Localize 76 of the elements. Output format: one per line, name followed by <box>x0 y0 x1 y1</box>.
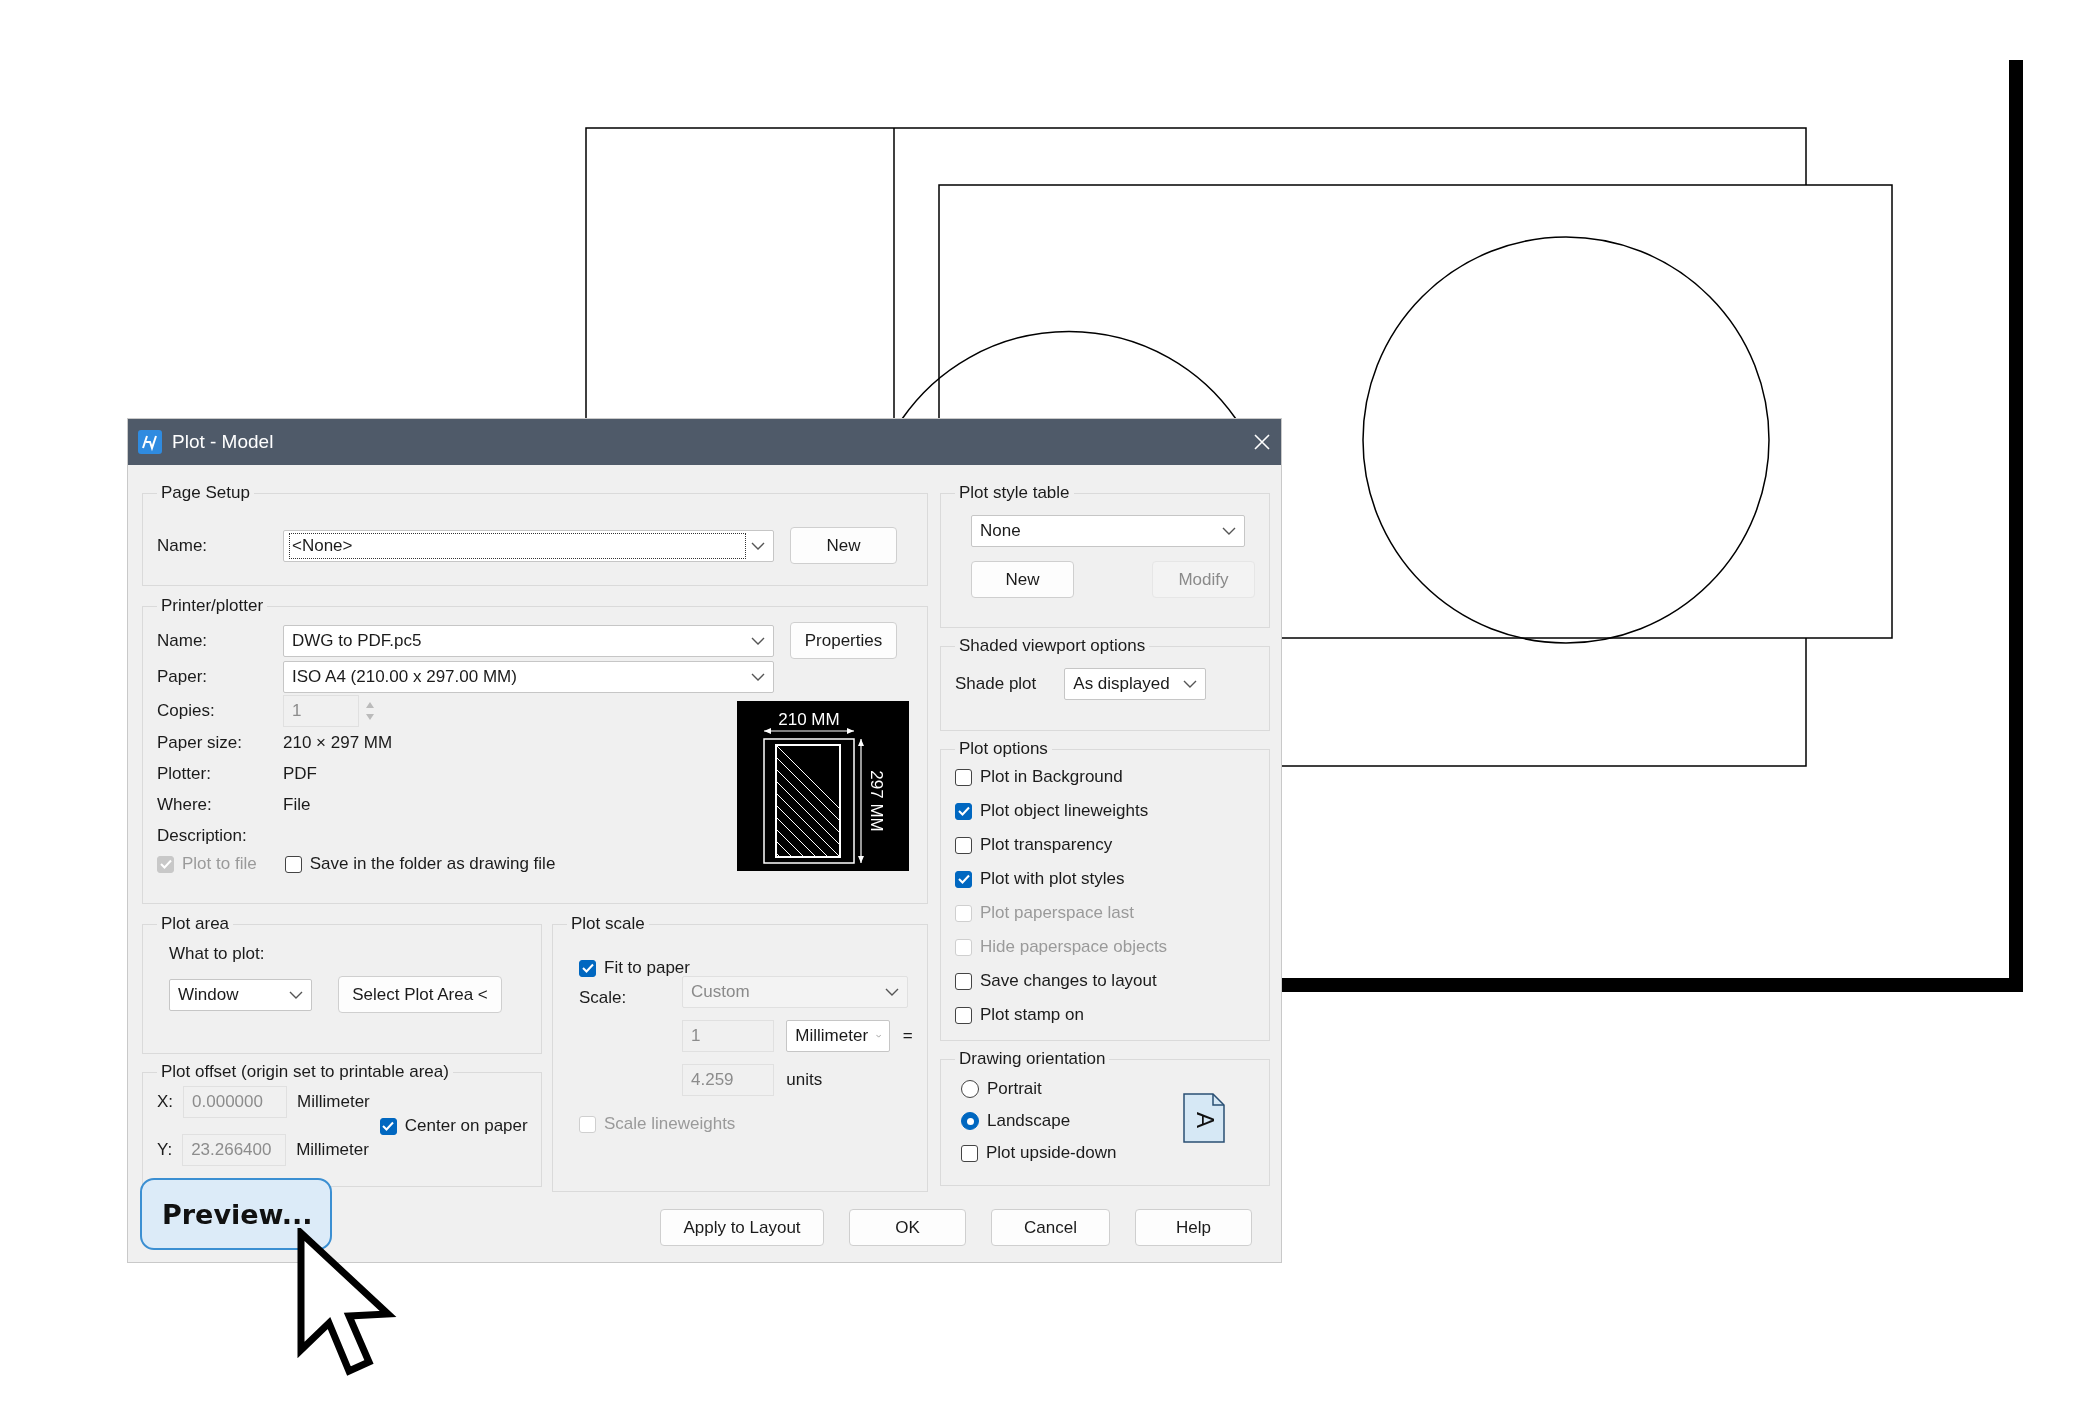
close-icon[interactable] <box>1253 433 1271 451</box>
button[interactable]: Select Plot Area < <box>338 976 502 1013</box>
dropdown[interactable]: Millimeter <box>786 1020 891 1052</box>
label: Name: <box>157 630 209 651</box>
label: Where: <box>157 795 213 815</box>
label: Paper size: <box>157 733 244 753</box>
radio-button[interactable]: Portrait <box>961 1079 1117 1099</box>
button[interactable]: Properties <box>790 622 897 659</box>
dropdown[interactable]: <None> <box>283 529 774 562</box>
chevron-icon <box>885 988 899 996</box>
button[interactable]: OK <box>849 1209 966 1246</box>
check-icon <box>956 805 971 817</box>
window-title: Plot - Model <box>172 431 275 453</box>
label: Name: <box>157 535 209 556</box>
checkbox[interactable]: Plot with plot styles <box>955 869 1255 889</box>
group-title: Plot style table <box>958 483 1071 503</box>
checkbox[interactable]: Save changes to layout <box>955 971 1255 991</box>
check-icon <box>381 1120 396 1132</box>
preview-button[interactable]: Preview... <box>140 1178 332 1250</box>
value-text: PDF <box>283 764 318 784</box>
dropdown[interactable]: Window <box>169 978 312 1011</box>
chevron-icon <box>751 541 765 550</box>
checkbox[interactable]: Center on paper <box>379 1116 528 1136</box>
chevron-icon <box>1222 527 1236 535</box>
landscape-page-icon: A <box>1183 1093 1225 1143</box>
label: Paper: <box>157 667 209 687</box>
group-title: Page Setup <box>160 483 251 503</box>
checkbox[interactable]: Plot in Background <box>955 767 1255 787</box>
dropdown[interactable]: As displayed <box>1064 668 1207 700</box>
radio-button[interactable]: Landscape <box>961 1111 1117 1131</box>
equals-sign: = <box>902 1026 913 1046</box>
group-title: Printer/plotter <box>160 596 265 616</box>
chevron-icon <box>876 1032 882 1040</box>
label: Description: <box>157 826 248 846</box>
label: Copies: <box>157 701 216 721</box>
check-icon <box>158 858 173 870</box>
checkbox[interactable]: Fit to paper <box>579 958 913 978</box>
chevron-icon <box>751 636 765 645</box>
label: Y: <box>157 1140 173 1160</box>
chevron-icon <box>751 673 765 681</box>
checkbox[interactable]: Plot upside-down <box>961 1143 1117 1163</box>
group-title: Plot area <box>160 914 231 934</box>
app-icon <box>138 430 162 454</box>
unit-text: Millimeter <box>296 1140 369 1160</box>
button[interactable]: New <box>971 561 1074 598</box>
dropdown[interactable]: DWG to PDF.pc5 <box>283 624 774 657</box>
dropdown[interactable]: ISO A4 (210.00 x 297.00 MM) <box>283 661 774 693</box>
chevron-icon <box>289 990 303 999</box>
label: Scale: <box>579 988 627 1008</box>
dimension-label: 297 MM <box>867 770 886 832</box>
check-icon <box>956 873 971 885</box>
group-title: Plot options <box>958 739 1049 759</box>
label: Plotter: <box>157 764 212 784</box>
checkbox[interactable]: Save in the folder as drawing file <box>284 854 556 874</box>
group-title: Plot offset (origin set to printable area) <box>160 1062 450 1082</box>
check-icon <box>580 962 595 974</box>
button[interactable]: Apply to Layout <box>660 1209 824 1246</box>
group-title: Plot scale <box>570 914 646 934</box>
checkbox[interactable]: Plot stamp on <box>955 1005 1255 1025</box>
label: Shade plot <box>955 674 1037 694</box>
unit-text: Millimeter <box>297 1092 370 1112</box>
chevron-icon <box>1183 680 1198 688</box>
checkbox[interactable]: Plot transparency <box>955 835 1255 855</box>
unit-text: units <box>786 1070 824 1090</box>
group-title: Drawing orientation <box>958 1049 1107 1069</box>
checkbox[interactable]: Plot object lineweights <box>955 801 1255 821</box>
button[interactable]: Cancel <box>991 1209 1110 1246</box>
button[interactable]: New <box>790 527 897 564</box>
label: X: <box>157 1092 174 1112</box>
dropdown[interactable]: None <box>971 515 1245 547</box>
dimension-label: 210 MM <box>778 710 840 729</box>
value-text: File <box>283 795 312 815</box>
group-title: Shaded viewport options <box>958 636 1147 656</box>
button[interactable]: Help <box>1135 1209 1252 1246</box>
value-text: 210 × 297 MM <box>283 733 394 753</box>
label: What to plot: <box>169 944 265 963</box>
